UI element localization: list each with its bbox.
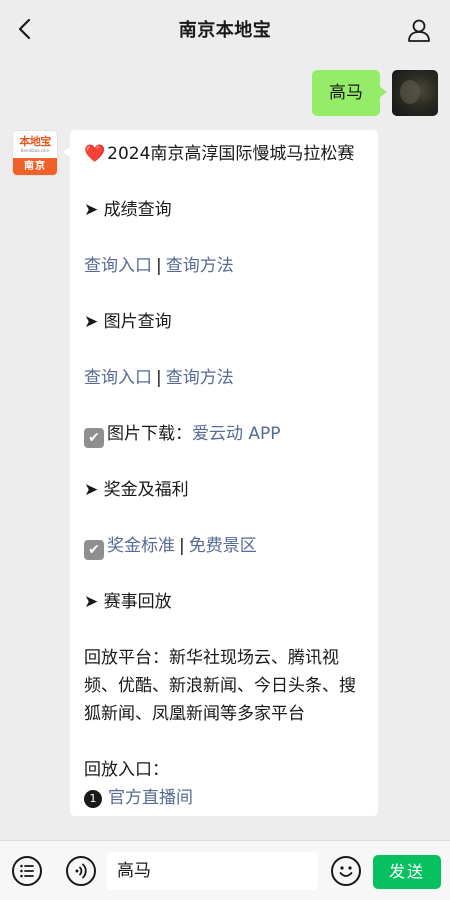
heart-icon: ❤️ [84,144,106,164]
bot-avatar-logo: 本地宝 Bendibao.com [13,131,57,159]
incoming-message-bubble: ❤️ 2024南京高淳国际慢城马拉松赛 ➤ 成绩查询 查询入口 | 查询方法 ➤ 图片… [63,130,378,816]
section-replay-heading: ➤ 赛事回放 [84,592,172,612]
link-separator: | [179,536,185,556]
link-separator: | [156,368,162,388]
free-scenic-spots-link[interactable]: 免费景区 [189,536,257,556]
message-title-text: 2024南京高淳国际慢城马拉松赛 [107,144,355,164]
results-query-method-link[interactable]: 查询方法 [166,256,234,276]
results-query-entry-link[interactable]: 查询入口 [84,256,152,276]
person-icon[interactable] [406,17,432,43]
bonus-links: ✔ 奖金标准 | 免费景区 [84,532,364,560]
message-input[interactable]: 高马 [107,852,318,890]
photos-query-method-link[interactable]: 查询方法 [166,368,234,388]
section-photos-heading: ➤ 图片查询 [84,312,172,332]
top-nav-bar: 南京本地宝 [0,0,450,58]
chat-input-bar: 高马 发送 [0,840,450,900]
outgoing-message: 高马 [312,70,438,116]
outgoing-message-bubble[interactable]: 高马 [312,70,387,116]
checkbox-icon: ✔ [84,428,104,448]
replay-platforms-text: 回放平台：新华社现场云、腾讯视频、优酷、新浪新闻、今日头条、搜狐新闻、凤凰新闻等… [84,648,356,724]
emoji-icon[interactable] [331,856,361,886]
incoming-message: 本地宝 Bendibao.com 南京 ❤️ 2024南京高淳国际慢城马拉松赛 ➤… [12,130,378,816]
bonus-standard-link[interactable]: 奖金标准 [107,536,175,556]
app-download-link[interactable]: 爱云动 APP [192,424,281,444]
official-live-room-link[interactable]: 官方直播间 [108,788,193,808]
replay-entry-item: 1 官方直播间 [84,784,364,812]
bot-avatar[interactable]: 本地宝 Bendibao.com 南京 [12,130,58,176]
bot-avatar-city: 南京 [13,158,57,175]
send-button[interactable]: 发送 [373,855,441,889]
message-title: ❤️ 2024南京高淳国际慢城马拉松赛 [84,140,364,168]
checkbox-icon: ✔ [84,540,104,560]
section-results-heading: ➤ 成绩查询 [84,200,172,220]
photos-links: 查询入口 | 查询方法 [84,364,364,392]
photo-download-label: 图片下载： [107,424,192,444]
chat-title: 南京本地宝 [178,20,272,41]
bot-logo-url: Bendibao.com [20,148,50,153]
bot-logo-text: 本地宝 [19,135,51,148]
link-separator: | [156,256,162,276]
chevron-left-icon[interactable] [14,17,38,41]
photo-download-line: ✔ 图片下载：爱云动 APP [84,420,364,448]
chat-message-list[interactable]: 高马 本地宝 Bendibao.com 南京 ❤️ 2024南京高淳国际慢城马拉松… [0,58,450,840]
my-avatar[interactable] [392,70,438,116]
menu-list-icon[interactable] [12,856,42,886]
number-one-icon: 1 [84,790,102,808]
results-links: 查询入口 | 查询方法 [84,252,364,280]
section-bonus-heading: ➤ 奖金及福利 [84,480,189,500]
replay-entry-label: 回放入口： [84,760,169,780]
photos-query-entry-link[interactable]: 查询入口 [84,368,152,388]
voice-input-icon[interactable] [66,856,96,886]
